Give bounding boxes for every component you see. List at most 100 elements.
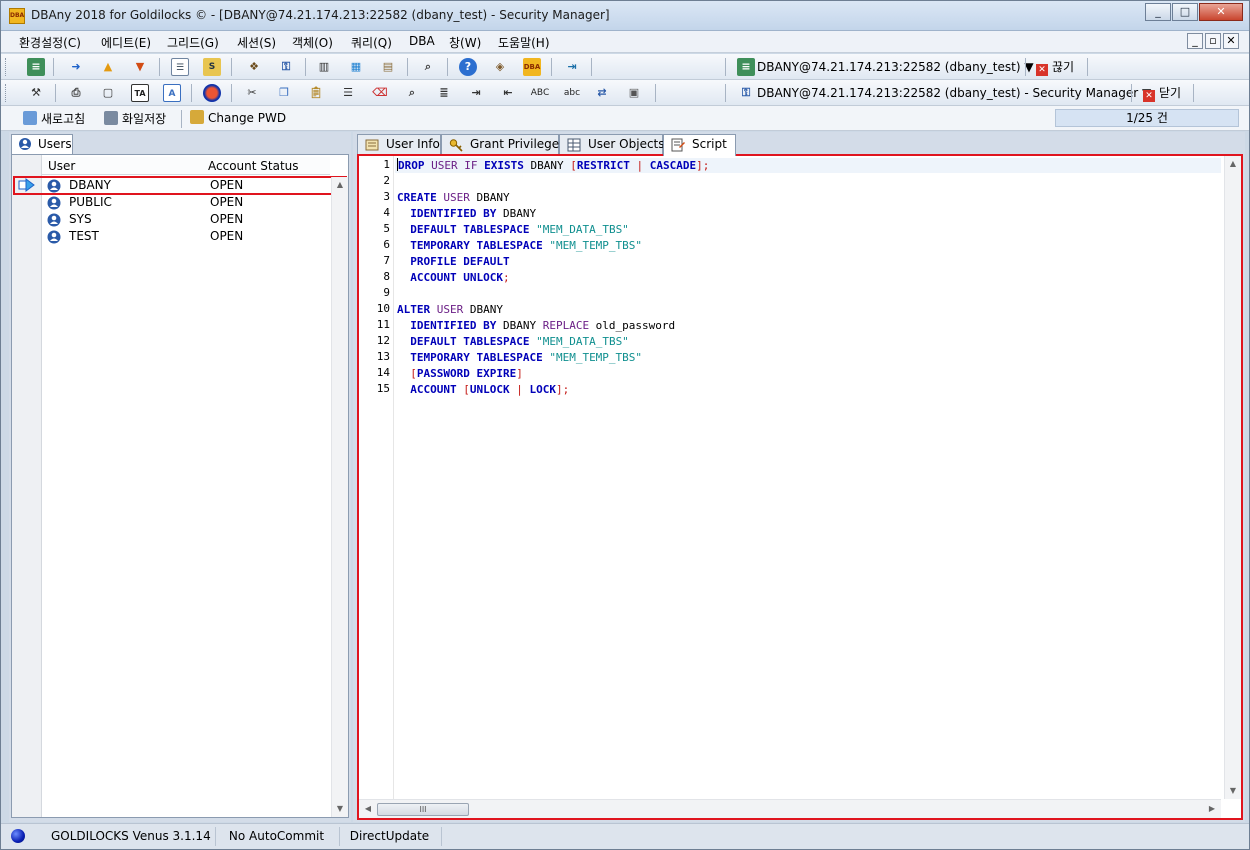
download-icon[interactable]: ▼ bbox=[131, 58, 149, 76]
uppercase-button[interactable]: ABC bbox=[529, 84, 551, 102]
table-row[interactable]: DBANY OPEN bbox=[12, 177, 330, 194]
column-header-account-status[interactable]: Account Status bbox=[208, 159, 299, 173]
table-row[interactable]: TEST OPEN bbox=[12, 228, 330, 245]
column-header-user[interactable]: User bbox=[48, 159, 75, 173]
monitor-chart-icon[interactable]: ▦ bbox=[347, 58, 365, 76]
tab-users[interactable]: Users bbox=[11, 134, 73, 154]
scroll-thumb[interactable]: III bbox=[377, 803, 469, 816]
menu-grid[interactable]: 그리드(G) bbox=[167, 34, 219, 51]
menu-object[interactable]: 객체(O) bbox=[292, 34, 333, 51]
script-editor[interactable]: 1 2 3 4 5 6 7 8 9 10 11 12 13 14 15 DROP USER IF EXIST… bbox=[357, 154, 1243, 820]
menu-environment[interactable]: 환경설정(C) bbox=[19, 34, 81, 51]
code-area[interactable]: DROP USER IF EXISTS DBANY [RESTRICT | CA… bbox=[395, 156, 1221, 799]
save-file-label: 화일저장 bbox=[122, 112, 167, 126]
title-bar[interactable]: DBA DBAny 2018 for Goldilocks © - [DBANY… bbox=[1, 1, 1249, 31]
security-icon[interactable]: ⚿ bbox=[277, 58, 295, 76]
change-password-label: Change PWD bbox=[208, 111, 287, 125]
window-controls: _ □ ✕ bbox=[1144, 3, 1243, 21]
code-token: REPLACE bbox=[542, 319, 590, 332]
exit-icon[interactable]: ⇥ bbox=[563, 58, 581, 76]
scroll-left-icon[interactable]: ◀ bbox=[360, 801, 376, 817]
toolbar-grip[interactable] bbox=[5, 58, 8, 76]
maximize-button[interactable]: □ bbox=[1172, 3, 1198, 21]
users-panel: Users User Account Status DBANY OPEN PUB… bbox=[9, 132, 351, 822]
refresh-button[interactable]: 새로고침 bbox=[23, 110, 85, 127]
new-document-icon[interactable]: ▢ bbox=[99, 84, 117, 102]
menu-session[interactable]: 세션(S) bbox=[237, 34, 276, 51]
report-icon[interactable]: ▤ bbox=[379, 58, 397, 76]
sql-file-icon[interactable]: S bbox=[203, 58, 221, 76]
user-icon bbox=[19, 138, 31, 150]
menu-dba[interactable]: DBA bbox=[409, 34, 435, 48]
mdi-minimize-button[interactable]: _ bbox=[1187, 33, 1203, 49]
close-window-button[interactable]: ✕ bbox=[1199, 3, 1243, 21]
disconnect-button[interactable]: ✕ 끊기 bbox=[1036, 57, 1074, 77]
dba-icon[interactable]: DBA bbox=[523, 58, 541, 76]
db-objects-icon[interactable]: ❖ bbox=[245, 58, 263, 76]
save-file-button[interactable]: 화일저장 bbox=[104, 110, 166, 127]
tab-grant-privileges[interactable]: Grant Privileges bbox=[441, 134, 565, 155]
code-line: DEFAULT TABLESPACE "MEM_DATA_TBS" bbox=[397, 334, 629, 350]
scroll-up-icon[interactable]: ▲ bbox=[332, 177, 348, 193]
minimize-button[interactable]: _ bbox=[1145, 3, 1171, 21]
close-tab-button[interactable]: ✕ 닫기 bbox=[1143, 83, 1181, 103]
delete-icon[interactable]: ⌫ bbox=[371, 84, 389, 102]
code-token: DBANY bbox=[469, 191, 510, 204]
format-sql-icon[interactable]: ⇄ bbox=[593, 84, 611, 102]
find-icon[interactable]: ⌕ bbox=[419, 58, 437, 76]
editor-vertical-scrollbar[interactable]: ▲ ▼ bbox=[1224, 156, 1241, 799]
bar-chart-icon[interactable]: ▥ bbox=[315, 58, 333, 76]
database-connection-icon: ≡ bbox=[737, 58, 755, 76]
code-token: ]; bbox=[555, 383, 570, 396]
mdi-restore-button[interactable]: ▫ bbox=[1205, 33, 1221, 49]
connect-db-icon[interactable]: ≡ bbox=[27, 58, 45, 76]
status-update-mode[interactable]: DirectUpdate bbox=[339, 827, 439, 846]
status-commit-mode[interactable]: No AutoCommit bbox=[215, 827, 337, 846]
find-replace-icon[interactable]: ⌕ bbox=[403, 84, 421, 102]
help-icon[interactable]: ? bbox=[459, 58, 477, 76]
mdi-close-button[interactable]: ✕ bbox=[1223, 33, 1239, 49]
toolbar-grip[interactable] bbox=[5, 84, 8, 102]
copy-icon[interactable]: ❐ bbox=[275, 84, 293, 102]
grid-vertical-scrollbar[interactable]: ▲ ▼ bbox=[331, 177, 348, 817]
code-token: DBANY bbox=[523, 159, 571, 172]
editor-horizontal-scrollbar[interactable]: ◀ III ▶ bbox=[359, 799, 1221, 818]
arrow-right-icon[interactable]: ➜ bbox=[67, 58, 85, 76]
select-all-icon[interactable]: ☰ bbox=[339, 84, 357, 102]
font-format-icon[interactable]: TA bbox=[131, 84, 149, 102]
connection-dropdown[interactable]: DBANY@74.21.174.213:22582 (dbany_test) ▼ bbox=[757, 57, 1034, 77]
line-number: 2 bbox=[383, 174, 390, 187]
outdent-icon[interactable]: ⇤ bbox=[499, 84, 517, 102]
menu-help[interactable]: 도움말(H) bbox=[498, 34, 550, 51]
lowercase-button[interactable]: abc bbox=[561, 84, 583, 102]
window-dropdown[interactable]: DBANY@74.21.174.213:22582 (dbany_test) -… bbox=[757, 83, 1151, 103]
upload-icon[interactable]: ▲ bbox=[99, 58, 117, 76]
tools-icon[interactable]: ⚒ bbox=[27, 84, 45, 102]
tab-user-objects[interactable]: User Objects bbox=[559, 134, 665, 155]
menu-query[interactable]: 쿼리(Q) bbox=[351, 34, 392, 51]
print-icon[interactable]: ⎙ bbox=[67, 84, 85, 102]
tab-user-info[interactable]: User Info bbox=[357, 134, 441, 155]
cut-icon[interactable]: ✂ bbox=[243, 84, 261, 102]
paste-icon[interactable]: 📋︎ bbox=[307, 84, 325, 102]
menu-edit[interactable]: 에디트(E) bbox=[101, 34, 151, 51]
comment-icon[interactable]: ≣ bbox=[435, 84, 453, 102]
table-row[interactable]: PUBLIC OPEN bbox=[12, 194, 330, 211]
window-list-icon[interactable]: ▣ bbox=[625, 84, 643, 102]
scroll-right-icon[interactable]: ▶ bbox=[1204, 801, 1220, 817]
scroll-up-icon[interactable]: ▲ bbox=[1225, 156, 1241, 172]
color-picker-icon[interactable] bbox=[203, 84, 221, 102]
scroll-down-icon[interactable]: ▼ bbox=[1225, 783, 1241, 799]
change-password-button[interactable]: Change PWD bbox=[190, 110, 286, 125]
font-style-icon[interactable]: A bbox=[163, 84, 181, 102]
scroll-down-icon[interactable]: ▼ bbox=[332, 801, 348, 817]
tab-script[interactable]: Script bbox=[663, 134, 736, 156]
table-row[interactable]: SYS OPEN bbox=[12, 211, 330, 228]
code-token: DBANY bbox=[463, 303, 503, 316]
list-icon[interactable]: ☰ bbox=[171, 58, 189, 76]
indent-icon[interactable]: ⇥ bbox=[467, 84, 485, 102]
package-icon[interactable]: ◈ bbox=[491, 58, 509, 76]
app-logo-icon: DBA bbox=[9, 8, 25, 24]
menu-window[interactable]: 창(W) bbox=[449, 34, 481, 51]
